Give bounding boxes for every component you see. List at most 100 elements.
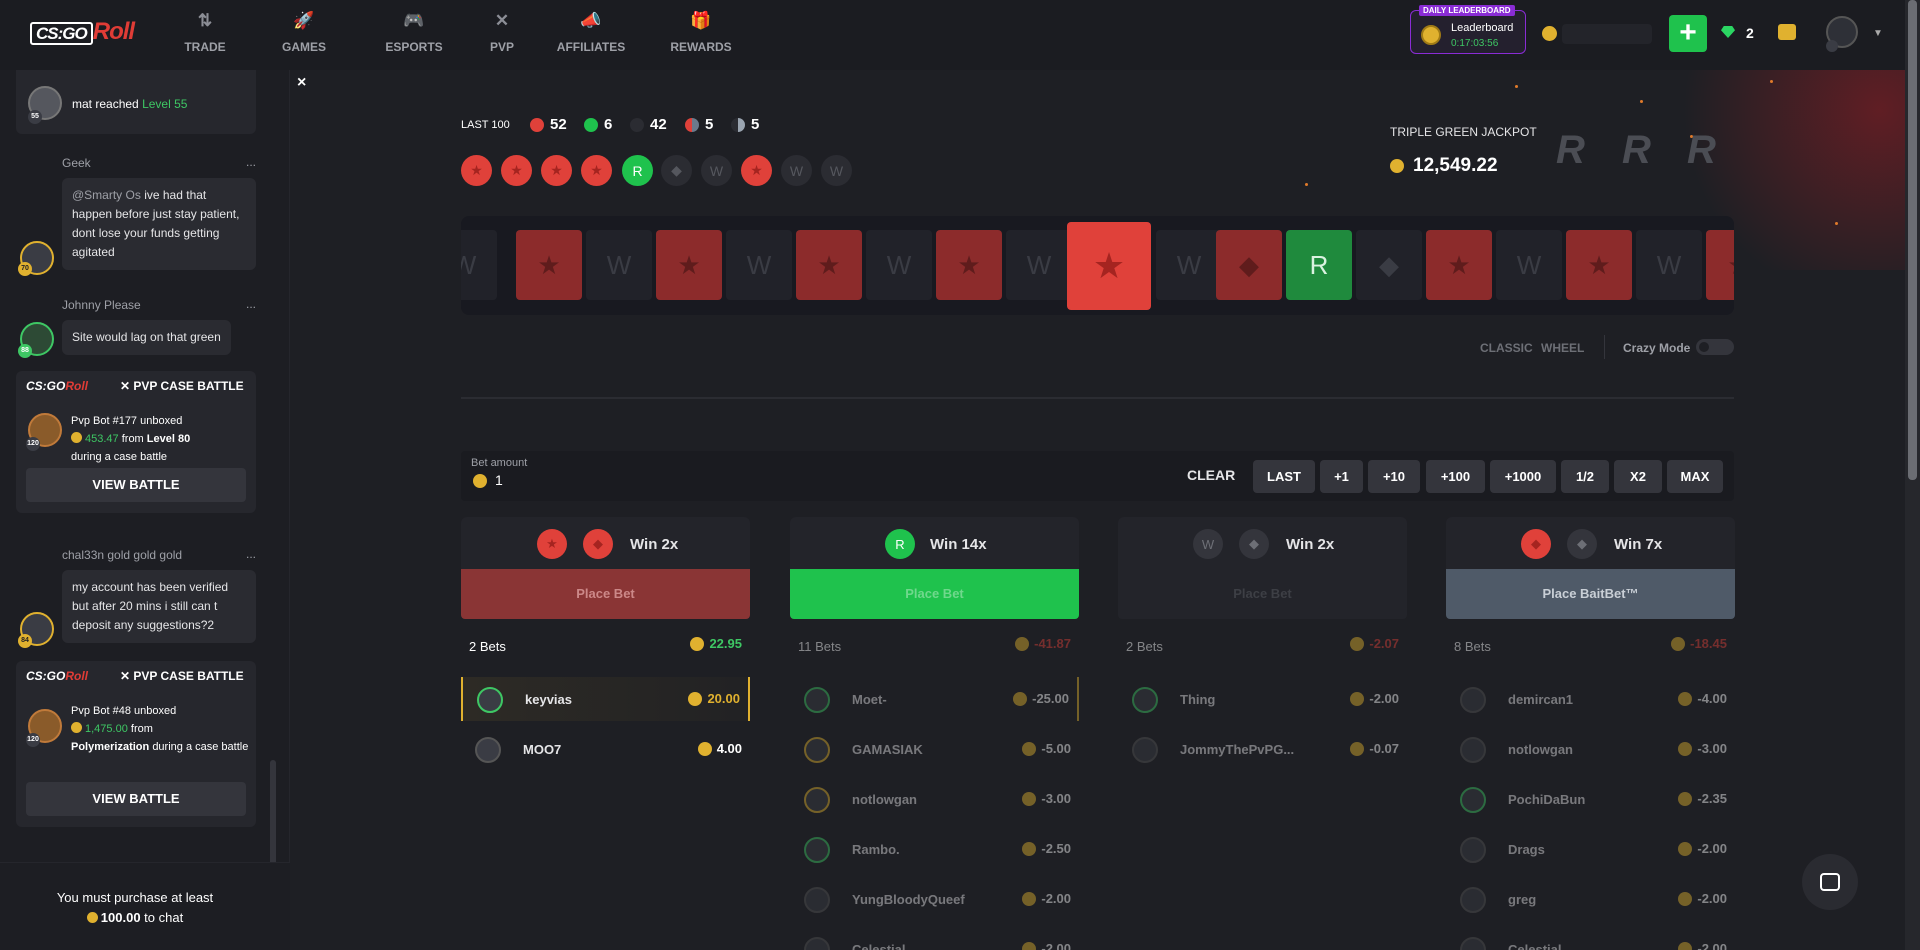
bet-amount: -2.00	[1022, 941, 1071, 950]
leaderboard-title: Leaderboard	[1451, 22, 1514, 34]
bet-username: PochiDaBun	[1508, 792, 1586, 807]
scrollbar-thumb[interactable]	[1908, 0, 1917, 480]
bet-username: GAMASIAK	[852, 742, 923, 757]
crazy-mode-toggle[interactable]	[1696, 339, 1734, 355]
bet-plus-10-button[interactable]: +10	[1368, 460, 1420, 493]
nav-games[interactable]: 🚀 GAMES	[276, 10, 332, 54]
case-battle-card: CS:GORoll ✕ PVP CASE BATTLE 120 Pvp Bot …	[16, 661, 256, 827]
place-bet-red-button[interactable]: Place Bet	[461, 569, 750, 619]
nav-pvp[interactable]: ✕ PVP	[482, 10, 522, 54]
bet-plus-100-button[interactable]: +100	[1426, 460, 1485, 493]
stat-green: 6	[584, 116, 612, 133]
avatar	[804, 837, 830, 863]
coin-icon	[1022, 841, 1037, 856]
bet-username: greg	[1508, 892, 1537, 907]
tile-red-bait: ◆	[1216, 230, 1282, 300]
main-nav: ⇅ TRADE 🚀 GAMES 🎮 ESPORTS ✕ PVP 📣 AFFILIATES …	[180, 10, 732, 54]
tile-gray: W	[1156, 230, 1222, 300]
bet-row: Thing -2.00	[1118, 677, 1407, 721]
history-red-icon: ★	[541, 155, 572, 186]
chat-requirement-text: You must purchase at least	[56, 890, 214, 905]
bet-username: YungBloodyQueef	[852, 892, 965, 907]
bet-plus-1-button[interactable]: +1	[1320, 460, 1363, 493]
bet-row: Celestial -2.00	[1446, 927, 1735, 950]
coin-icon	[1678, 891, 1693, 906]
nav-affiliates[interactable]: 📣 AFFILIATES	[556, 10, 626, 54]
spark-decoration	[1515, 85, 1518, 88]
coin-icon	[1678, 941, 1693, 950]
view-battle-button[interactable]: VIEW BATTLE	[26, 468, 246, 502]
mode-wheel-tab[interactable]: WHEEL	[1541, 341, 1584, 355]
level-badge: 70	[18, 262, 32, 276]
view-battle-button[interactable]: VIEW BATTLE	[26, 782, 246, 816]
gray-bait-icon: ◆	[1239, 529, 1269, 559]
column-header: ◆ ◆ Win 7x	[1446, 517, 1735, 569]
tile-gray: W	[1006, 230, 1072, 300]
bet-half-button[interactable]: 1/2	[1561, 460, 1609, 493]
place-baitbet-button[interactable]: Place BaitBet™	[1446, 569, 1735, 619]
site-logo[interactable]: CS:GO Roll	[30, 18, 142, 52]
chat-message: Site would lag on that green	[62, 320, 231, 355]
spark-decoration	[1835, 222, 1838, 225]
rewards-chest-icon[interactable]	[1778, 24, 1796, 40]
coin-icon	[71, 432, 82, 443]
tile-red: ★	[1706, 230, 1734, 300]
bet-last-button[interactable]: LAST	[1253, 460, 1315, 493]
spark-decoration	[1640, 100, 1643, 103]
bet-amount: -2.00	[1350, 691, 1399, 706]
balance-display	[1538, 22, 1654, 46]
close-chat-icon[interactable]: ×	[297, 74, 306, 92]
nav-rewards[interactable]: 🎁 REWARDS	[670, 10, 732, 54]
history-gray-icon: W	[821, 155, 852, 186]
support-chat-button[interactable]	[1802, 854, 1858, 910]
tile-red: ★	[656, 230, 722, 300]
bet-plus-1000-button[interactable]: +1000	[1490, 460, 1556, 493]
clear-button[interactable]: CLEAR	[1187, 467, 1235, 483]
tile-gray: W	[866, 230, 932, 300]
more-options-icon[interactable]: ...	[246, 297, 256, 311]
red-bait-icon: ◆	[1521, 529, 1551, 559]
system-message: 55 mat reached Level 55	[16, 70, 256, 134]
coin-icon	[1022, 741, 1037, 756]
chat-username[interactable]: Johnny Please	[62, 298, 141, 312]
avatar	[804, 687, 830, 713]
bet-column-green: R Win 14x Place Bet 11 Bets -41.87 Moet-…	[790, 517, 1079, 950]
bet-max-button[interactable]: MAX	[1667, 460, 1723, 493]
gift-icon: 🎁	[690, 11, 712, 30]
stat-red-bait: 5	[685, 116, 713, 133]
daily-leaderboard-widget[interactable]: DAILY LEADERBOARD Leaderboard 0:17:03:56	[1410, 5, 1526, 54]
coin-icon	[1350, 691, 1365, 706]
bet-username: MOO7	[523, 742, 562, 757]
chat-username[interactable]: chal33n gold gold gold	[62, 548, 182, 562]
place-bet-green-button[interactable]: Place Bet	[790, 569, 1079, 619]
bet-double-button[interactable]: X2	[1614, 460, 1662, 493]
history-bait-icon: ◆	[661, 155, 692, 186]
more-options-icon[interactable]: ...	[246, 547, 256, 561]
bets-count: 2 Bets	[469, 639, 506, 654]
green-dot-icon	[584, 117, 598, 132]
coin-icon	[1022, 791, 1037, 806]
place-bet-gray-button[interactable]: Place Bet	[1118, 569, 1407, 619]
chat-username[interactable]: Geek	[62, 156, 91, 170]
deposit-button[interactable]: +	[1669, 15, 1707, 52]
bets-total: -18.45	[1671, 636, 1727, 651]
crossed-swords-icon: ✕	[494, 11, 510, 30]
nav-esports[interactable]: 🎮 ESPORTS	[384, 10, 444, 54]
stat-red: 52	[530, 116, 567, 133]
tile-red: ★	[796, 230, 862, 300]
bet-amount-input[interactable]	[495, 472, 1095, 488]
tile-winning-red: ★	[1067, 222, 1151, 310]
bet-row: keyvias 20.00	[461, 677, 750, 721]
nav-trade[interactable]: ⇅ TRADE	[180, 10, 230, 54]
mode-classic-tab[interactable]: CLASSIC	[1480, 341, 1533, 355]
red-bait-icon: ◆	[583, 529, 613, 559]
page-scrollbar[interactable]	[1905, 0, 1920, 950]
chevron-down-icon[interactable]: ▼	[1873, 28, 1883, 39]
coin-icon	[86, 912, 98, 923]
chat-message: @Smarty Os ive had that happen before ju…	[62, 178, 256, 270]
last-100-label: LAST 100	[461, 119, 510, 131]
coin-icon	[1390, 159, 1404, 173]
bets-total: 22.95	[690, 636, 742, 651]
more-options-icon[interactable]: ...	[246, 155, 256, 169]
coin-icon	[1678, 691, 1693, 706]
